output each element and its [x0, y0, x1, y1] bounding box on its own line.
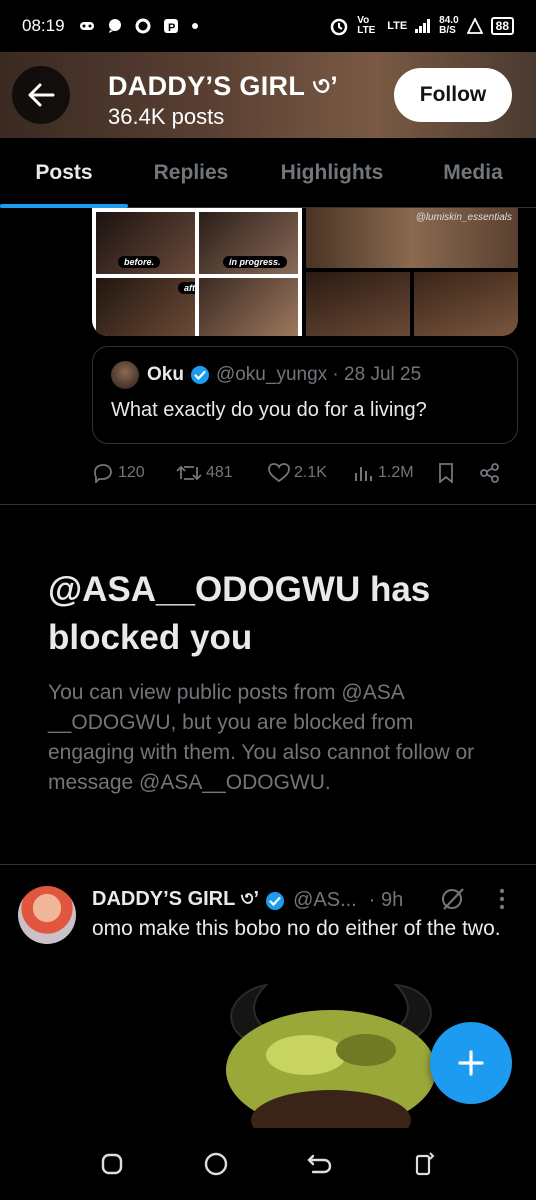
post-count: 36.4K posts — [108, 104, 225, 129]
circle-app-icon — [135, 18, 151, 34]
media-image-before-after[interactable]: before. in progress. after. — [92, 208, 302, 336]
home-button[interactable] — [196, 1144, 236, 1184]
reply-button[interactable]: 120 — [92, 463, 176, 483]
quote-handle-date: @oku_yungx · 28 Jul 25 — [215, 364, 422, 385]
bookmark-button[interactable] — [438, 463, 480, 483]
battery-indicator: 88 — [490, 17, 514, 35]
verified-badge-icon — [190, 365, 210, 385]
like-button[interactable]: 2.1K — [268, 463, 354, 483]
signal-icon — [415, 19, 431, 33]
screen-rotate-button[interactable] — [404, 1144, 444, 1184]
alarm-icon — [330, 18, 348, 36]
share-button[interactable] — [480, 463, 500, 483]
photo-braids-2 — [414, 272, 518, 336]
dot-icon — [191, 23, 198, 29]
photo-before: before. — [96, 212, 195, 274]
photo-after-2 — [199, 278, 298, 336]
gamepad-icon — [79, 22, 94, 30]
repost-button[interactable]: 481 — [176, 464, 268, 482]
volte-label: Vo LTE — [357, 15, 376, 36]
avatar[interactable] — [18, 886, 76, 944]
system-icons: Vo LTE LTE 84.0 B/S 88 — [329, 16, 514, 36]
tab-highlights[interactable]: Highlights — [254, 138, 410, 208]
recent-apps-button[interactable] — [92, 1144, 132, 1184]
reply-icon — [94, 464, 112, 483]
label-before: before. — [118, 256, 161, 268]
tab-posts[interactable]: Posts — [0, 138, 128, 208]
quoted-post[interactable]: Oku @oku_yungx · 28 Jul 25 What exactly … — [92, 346, 518, 444]
post-time: · 9h — [368, 889, 404, 911]
post-actions: 120 481 2.1K 1.2M — [92, 456, 518, 490]
media-image-skin[interactable]: @lumiskin_essentials — [306, 208, 518, 336]
recents-icon — [101, 1153, 123, 1175]
like-count: 2.1K — [294, 464, 327, 481]
warning-icon — [466, 18, 483, 34]
home-circle-icon — [204, 1152, 228, 1176]
divider — [0, 864, 536, 865]
more-options-button[interactable] — [498, 888, 506, 915]
tab-media[interactable]: Media — [410, 138, 536, 208]
grok-icon — [442, 888, 464, 910]
back-arrow-icon — [28, 83, 55, 107]
tab-replies[interactable]: Replies — [128, 138, 254, 208]
photo-in-progress: in progress. — [199, 212, 298, 274]
post-author-name: DADDY’S GIRL ৩’ — [92, 888, 260, 910]
lte-label: LTE — [387, 20, 408, 32]
quote-text: What exactly do you do for a living? — [111, 399, 427, 421]
avatar — [111, 361, 139, 389]
post-handle: @AS... — [293, 889, 357, 911]
post-image[interactable] — [206, 980, 456, 1128]
profile-header: DADDY’S GIRL ৩’ 36.4K posts Follow — [0, 52, 536, 138]
blocked-title: @ASA__ODOGWU has blocked you — [48, 570, 431, 657]
photo-skin: @lumiskin_essentials — [306, 208, 518, 268]
follow-button[interactable]: Follow — [394, 68, 512, 122]
rotate-icon — [415, 1152, 435, 1176]
repost-count: 481 — [206, 464, 233, 481]
compose-button[interactable] — [430, 1022, 512, 1104]
system-nav-bar — [0, 1128, 536, 1200]
back-button[interactable] — [12, 66, 70, 124]
notification-icons: P — [79, 18, 199, 34]
share-icon — [480, 463, 499, 483]
image-watermark: @lumiskin_essentials — [415, 212, 512, 223]
repost-icon — [176, 465, 202, 481]
view-count: 1.2M — [378, 464, 414, 481]
verified-badge-icon — [265, 891, 285, 911]
photo-braids-1 — [306, 272, 410, 336]
status-time: 08:19 — [22, 16, 65, 35]
post-text: omo make this bobo no do either of the t… — [92, 917, 501, 940]
heart-icon — [268, 463, 290, 483]
views-button[interactable]: 1.2M — [354, 464, 438, 482]
views-chart-icon — [355, 467, 372, 481]
grok-button[interactable] — [440, 886, 466, 917]
plus-icon — [458, 1050, 484, 1076]
photo-after-1: after. — [96, 278, 195, 336]
back-nav-icon — [307, 1154, 332, 1174]
label-in-progress: in progress. — [223, 256, 287, 268]
horned-headwrap-image — [206, 980, 456, 1128]
p-app-icon: P — [163, 19, 178, 34]
post-media[interactable]: before. in progress. after. @lumiskin_es… — [92, 208, 518, 336]
svg-text:P: P — [168, 22, 175, 34]
blocked-notice: @ASA__ODOGWU has blocked you You can vie… — [48, 566, 488, 798]
profile-tabs: Posts Replies Highlights Media — [0, 138, 536, 208]
blocked-body: You can view public posts from @ASA __OD… — [48, 681, 475, 794]
quote-author-name: Oku — [147, 364, 184, 385]
back-nav-button[interactable] — [300, 1144, 340, 1184]
chat-icon — [108, 19, 121, 33]
reply-count: 120 — [118, 464, 145, 481]
net-speed: 84.0 B/S — [439, 15, 459, 36]
status-bar: 08:19 P Vo LTE LTE 84.0 B/S 88 — [0, 0, 536, 52]
more-vertical-icon — [499, 888, 505, 910]
divider — [0, 504, 536, 505]
bookmark-icon — [439, 463, 453, 483]
label-after: after. — [178, 282, 195, 294]
